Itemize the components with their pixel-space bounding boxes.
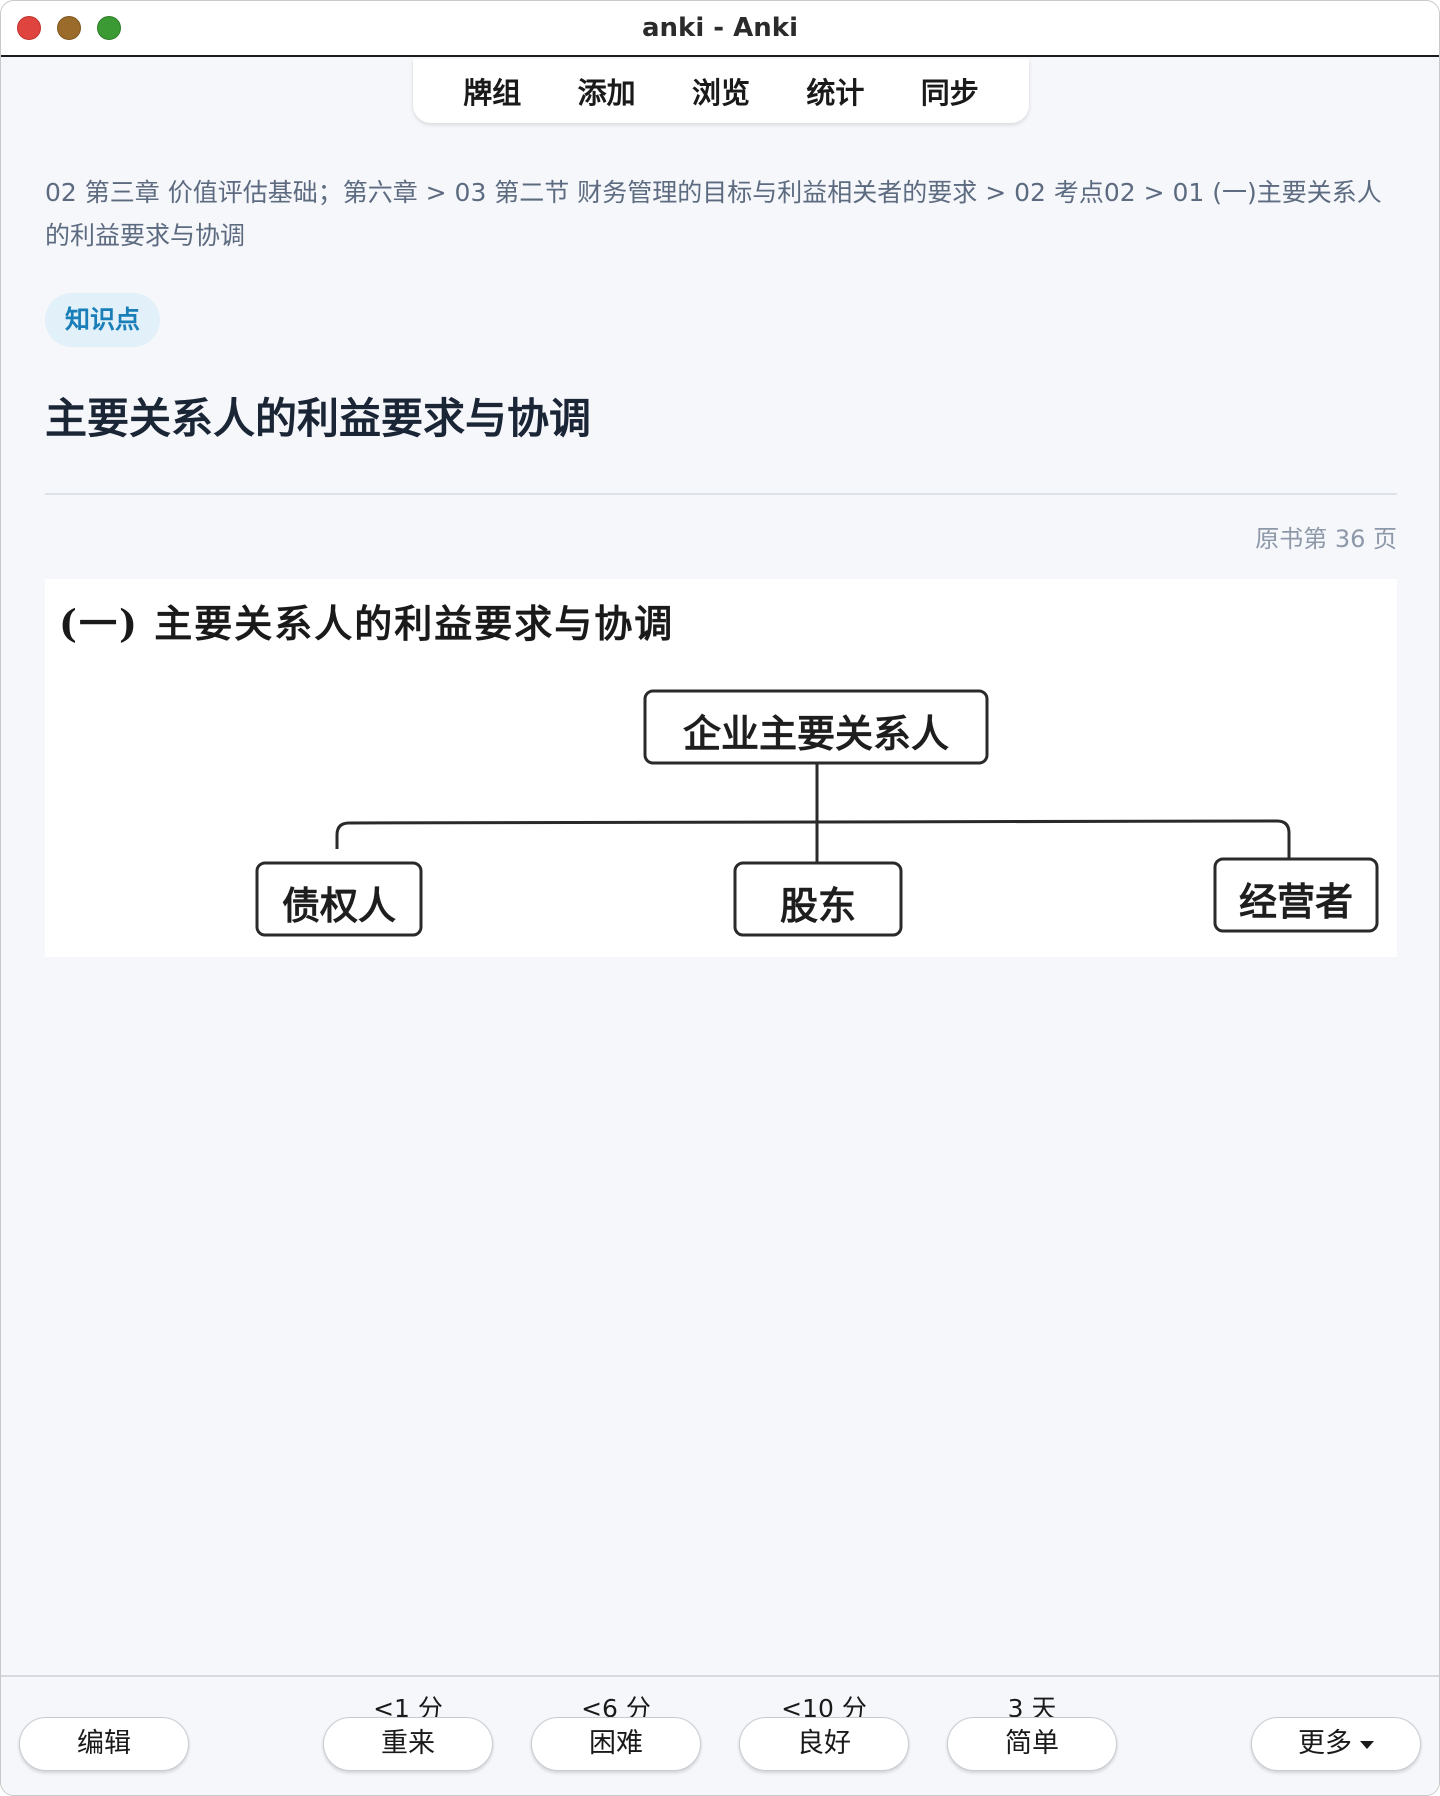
node-manager: 经营者 bbox=[1238, 879, 1353, 924]
deck-breadcrumb: 02 第三章 价值评估基础；第六章 > 03 第二节 财务管理的目标与利益相关者… bbox=[45, 178, 1382, 250]
toolbar-browse[interactable]: 浏览 bbox=[682, 64, 760, 118]
toolbar-add[interactable]: 添加 bbox=[568, 64, 646, 118]
toolbar-stats[interactable]: 统计 bbox=[796, 64, 874, 118]
node-shareholder: 股东 bbox=[779, 883, 856, 928]
card-title: 主要关系人的利益要求与协调 bbox=[45, 394, 592, 443]
title-bar: anki - Anki bbox=[1, 1, 1439, 57]
easy-button[interactable]: 简单 bbox=[947, 1717, 1117, 1771]
review-bar: 编辑 <1 分 重来 <6 分 困难 <10 分 良好 3 天 简单 更多 bbox=[1, 1675, 1439, 1795]
chevron-down-icon bbox=[1360, 1740, 1374, 1749]
good-button[interactable]: 良好 bbox=[739, 1717, 909, 1771]
org-diagram bbox=[255, 689, 1379, 937]
divider bbox=[45, 493, 1397, 495]
hard-button[interactable]: 困难 bbox=[531, 1717, 701, 1771]
node-creditor: 债权人 bbox=[281, 883, 396, 928]
anki-window: anki - Anki 牌组 添加 浏览 统计 同步 02 第三章 价值评估基础… bbox=[0, 0, 1440, 1796]
more-label: 更多 bbox=[1298, 1728, 1352, 1759]
card-figure: (一) 主要关系人的利益要求与协调 企业主要关系人 债权人 股东 经营者 bbox=[45, 579, 1397, 957]
window-title: anki - Anki bbox=[642, 13, 798, 43]
node-root: 企业主要关系人 bbox=[682, 711, 949, 756]
more-button[interactable]: 更多 bbox=[1251, 1717, 1421, 1771]
edit-button[interactable]: 编辑 bbox=[19, 1717, 189, 1771]
toolbar-decks[interactable]: 牌组 bbox=[453, 64, 531, 118]
card-tag: 知识点 bbox=[45, 293, 161, 347]
toolbar-sync[interactable]: 同步 bbox=[911, 64, 989, 118]
page-reference: 原书第 36 页 bbox=[1255, 525, 1397, 553]
card-content: 02 第三章 价值评估基础；第六章 > 03 第二节 财务管理的目标与利益相关者… bbox=[45, 171, 1397, 957]
again-button[interactable]: 重来 bbox=[323, 1717, 493, 1771]
connector-horizontal bbox=[335, 819, 1291, 859]
main-toolbar: 牌组 添加 浏览 统计 同步 bbox=[413, 59, 1029, 123]
